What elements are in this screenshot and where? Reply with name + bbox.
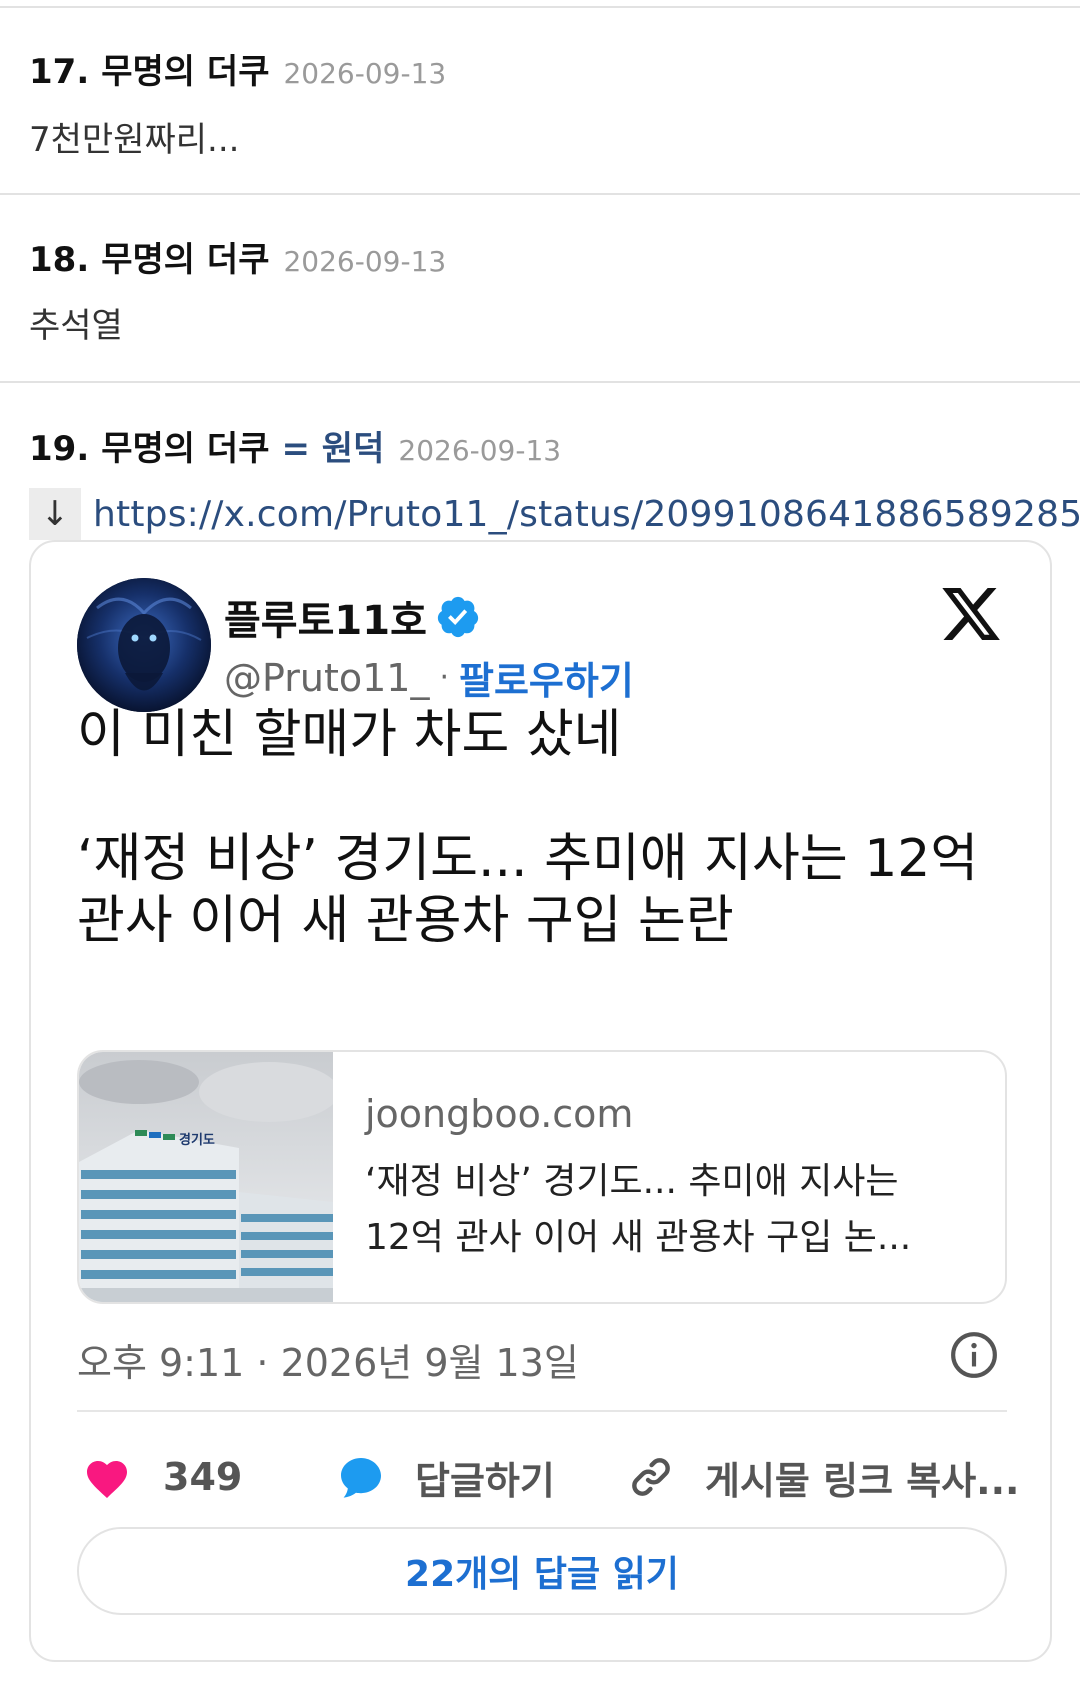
divider — [0, 6, 1080, 8]
link-preview-card[interactable]: 경기도 joongboo.com ‘재정 비상’ 경기도... 추미애 지사는 … — [77, 1050, 1007, 1304]
building-sign-text: 경기도 — [179, 1132, 215, 1148]
tweet-author-row: 플루토11호 — [224, 588, 481, 646]
reply-bubble-icon — [341, 1458, 381, 1498]
comment-header: 18. 무명의 더쿠 2026-09-13 — [29, 232, 446, 281]
tweet-embed-card: 플루토11호 @Pruto11_ · 팔로우하기 이 미친 할매가 차도 샀네 … — [29, 540, 1052, 1662]
tweet-url-link[interactable]: https://x.com/Pruto11_/status/2099108641… — [93, 494, 1080, 535]
reply-button[interactable]: 답글하기 — [337, 1447, 555, 1507]
down-arrow-icon: ↓ — [29, 488, 81, 540]
tweet-actions: 349 답글하기 게시물 링크 복사... — [77, 1447, 1020, 1507]
comment-body: 7천만원짜리... — [29, 120, 240, 160]
comment-number: 19. — [29, 429, 90, 469]
comment-number: 18. — [29, 240, 90, 280]
x-logo-icon[interactable] — [939, 582, 1003, 646]
read-replies-button[interactable]: 22개의 답글 읽기 — [77, 1527, 1007, 1615]
separator: · — [439, 660, 450, 695]
copy-link-label: 게시물 링크 복사... — [705, 1458, 1020, 1503]
link-card-title: 12억 관사 이어 새 관용차 구입 논... — [365, 1217, 912, 1258]
comment-author-tag: = 원덕 — [281, 429, 385, 469]
tweet-text-line: 이 미친 할매가 차도 샀네 — [77, 705, 622, 765]
comment-header: 17. 무명의 더쿠 2026-09-13 — [29, 44, 446, 93]
comment-date: 2026-09-13 — [283, 57, 447, 90]
comment-author[interactable]: 무명의 더쿠 — [101, 44, 269, 93]
divider — [0, 193, 1080, 195]
tweet-author-name[interactable]: 플루토11호 — [224, 588, 427, 646]
comment-author[interactable]: 무명의 더쿠 — [101, 421, 269, 470]
verified-badge-icon — [437, 596, 478, 638]
reply-label: 답글하기 — [415, 1458, 555, 1503]
read-replies-label: 22개의 답글 읽기 — [405, 1554, 679, 1595]
like-count: 349 — [163, 1455, 243, 1499]
tweet-timestamp[interactable]: 오후 9:11 · 2026년 9월 13일 — [77, 1332, 579, 1387]
divider — [0, 381, 1080, 383]
copy-link-button[interactable]: 게시물 링크 복사... — [627, 1447, 1020, 1507]
link-card-title: ‘재정 비상’ 경기도... 추미애 지사는 — [365, 1161, 899, 1202]
comment-link-row: ↓ https://x.com/Pruto11_/status/20991086… — [29, 488, 1080, 540]
tweet-text-line: 관사 이어 새 관용차 구입 논란 — [77, 891, 734, 951]
link-card-domain: joongboo.com — [365, 1092, 634, 1136]
heart-icon — [87, 1461, 127, 1498]
comment-body: 추석열 — [29, 306, 123, 346]
divider — [77, 1410, 1007, 1412]
comment-date: 2026-09-13 — [398, 434, 562, 467]
info-icon[interactable] — [949, 1330, 999, 1380]
comment-number: 17. — [29, 52, 90, 92]
like-button[interactable]: 349 — [83, 1447, 242, 1507]
comment-header: 19. 무명의 더쿠 = 원덕 2026-09-13 — [29, 421, 561, 470]
comment-date: 2026-09-13 — [283, 245, 447, 278]
link-icon — [632, 1458, 670, 1496]
building-thumbnail-image: 경기도 — [79, 1052, 333, 1302]
comment-author[interactable]: 무명의 더쿠 — [101, 232, 269, 281]
